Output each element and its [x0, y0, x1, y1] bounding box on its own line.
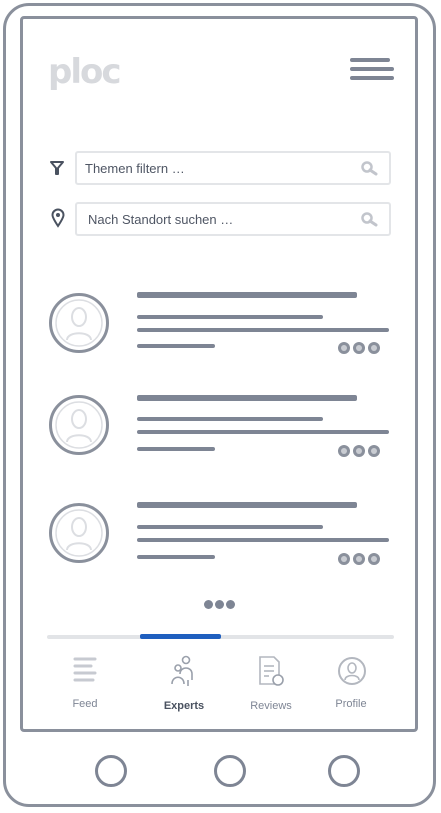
tab-profile[interactable]: Profile [311, 650, 391, 714]
load-more-icon[interactable] [204, 596, 237, 614]
expert-list [40, 280, 400, 580]
tab-reviews-label: Reviews [250, 700, 292, 712]
expert-detail-placeholder [137, 417, 323, 421]
tab-indicator-active [139, 634, 221, 639]
expert-name-placeholder [137, 502, 357, 508]
expert-detail-placeholder [137, 555, 215, 559]
feed-icon [73, 656, 99, 689]
topic-filter-placeholder: Themen filtern … [85, 161, 185, 176]
expert-detail-placeholder [137, 328, 389, 332]
expert-detail-placeholder [137, 315, 323, 319]
expert-detail-placeholder [137, 344, 215, 348]
rating-dots-icon [338, 444, 383, 462]
tab-indicator-track [47, 635, 394, 639]
location-search-input[interactable]: Nach Standort suchen … [75, 202, 391, 236]
hardware-home-button[interactable] [214, 755, 246, 787]
reviews-icon [257, 654, 285, 693]
search-icon [361, 212, 379, 233]
expert-list-item[interactable] [40, 384, 400, 474]
location-pin-icon [51, 208, 65, 233]
tab-experts-label: Experts [163, 700, 205, 712]
topic-filter-input[interactable]: Themen filtern … [75, 151, 391, 185]
avatar-icon [48, 292, 110, 359]
filter-icon [50, 160, 64, 181]
search-icon [361, 161, 379, 182]
rating-dots-icon [338, 341, 383, 359]
app-logo: ploc [48, 52, 122, 92]
expert-list-item[interactable] [40, 492, 400, 582]
profile-icon [337, 656, 367, 691]
expert-detail-placeholder [137, 447, 215, 451]
expert-detail-placeholder [137, 525, 323, 529]
hardware-recent-button[interactable] [328, 755, 360, 787]
rating-dots-icon [338, 552, 383, 570]
tab-feed[interactable]: Feed [45, 650, 125, 714]
expert-name-placeholder [137, 395, 357, 401]
tab-reviews[interactable]: Reviews [231, 650, 311, 714]
hardware-back-button[interactable] [95, 755, 127, 787]
expert-list-item[interactable] [40, 280, 400, 370]
tab-experts[interactable]: Experts [144, 650, 224, 714]
hamburger-menu-icon[interactable] [348, 56, 396, 84]
experts-icon [169, 654, 197, 693]
tab-feed-label: Feed [72, 698, 98, 710]
tab-profile-label: Profile [335, 698, 367, 710]
expert-name-placeholder [137, 292, 357, 298]
avatar-icon [48, 502, 110, 569]
expert-detail-placeholder [137, 430, 389, 434]
expert-detail-placeholder [137, 538, 389, 542]
location-search-placeholder: Nach Standort suchen … [88, 212, 234, 227]
avatar-icon [48, 394, 110, 461]
